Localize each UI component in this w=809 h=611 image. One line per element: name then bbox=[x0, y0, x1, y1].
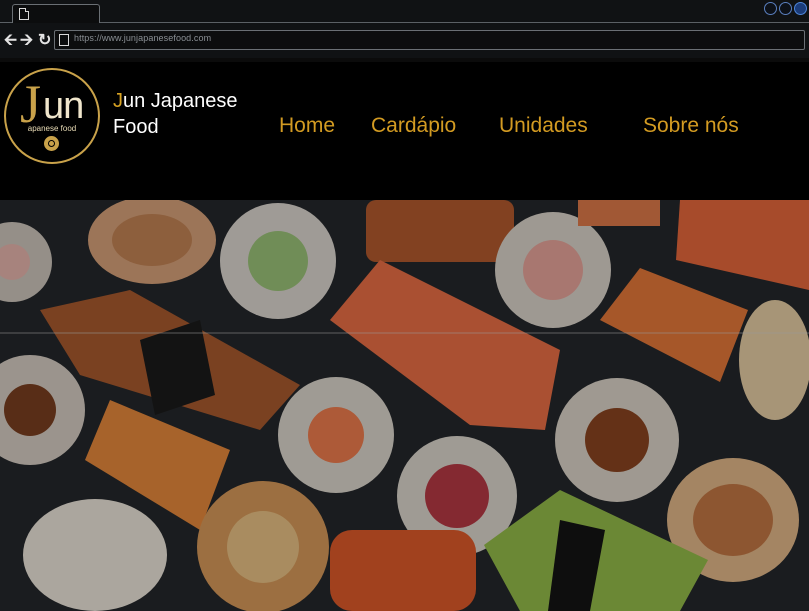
page-info-icon bbox=[59, 34, 69, 46]
logo-tagline: apanese food bbox=[27, 124, 77, 133]
sushi-illustration bbox=[0, 200, 809, 611]
window-controls bbox=[764, 2, 807, 15]
nav-unidades[interactable]: Unidades bbox=[499, 114, 588, 138]
brand-line2: Food bbox=[113, 116, 159, 138]
reload-icon[interactable]: ↻ bbox=[38, 33, 51, 49]
logo-letters-un: un bbox=[43, 85, 84, 127]
address-bar[interactable]: https://www.junjapanesefood.com bbox=[54, 30, 805, 50]
nav-sobre-nos[interactable]: Sobre nós bbox=[643, 114, 739, 138]
nav-home[interactable]: Home bbox=[279, 114, 335, 138]
forward-arrow-icon[interactable]: 🡪 bbox=[20, 33, 33, 49]
browser-toolbar: 🡨 🡪 ↻ https://www.junjapanesefood.com bbox=[0, 23, 809, 58]
brand-line1: un Japanese bbox=[123, 90, 238, 112]
back-arrow-icon[interactable]: 🡨 bbox=[4, 33, 17, 49]
browser-tab[interactable] bbox=[12, 4, 100, 23]
site-header: J un apanese food Jun Japanese Food Home… bbox=[0, 62, 809, 200]
brand-first-letter: J bbox=[113, 90, 123, 112]
minimize-icon[interactable] bbox=[764, 2, 777, 15]
browser-tab-bar bbox=[0, 0, 809, 23]
nav-cardapio[interactable]: Cardápio bbox=[371, 114, 456, 138]
hero-sushi-image bbox=[0, 200, 809, 611]
logo-seal-icon bbox=[44, 136, 59, 151]
close-icon[interactable] bbox=[794, 2, 807, 15]
brand-name: Jun Japanese Food bbox=[113, 88, 238, 140]
maximize-icon[interactable] bbox=[779, 2, 792, 15]
page-icon bbox=[19, 8, 29, 20]
url-text: https://www.junjapanesefood.com bbox=[74, 33, 212, 43]
jun-logo[interactable]: J un apanese food bbox=[4, 68, 100, 164]
